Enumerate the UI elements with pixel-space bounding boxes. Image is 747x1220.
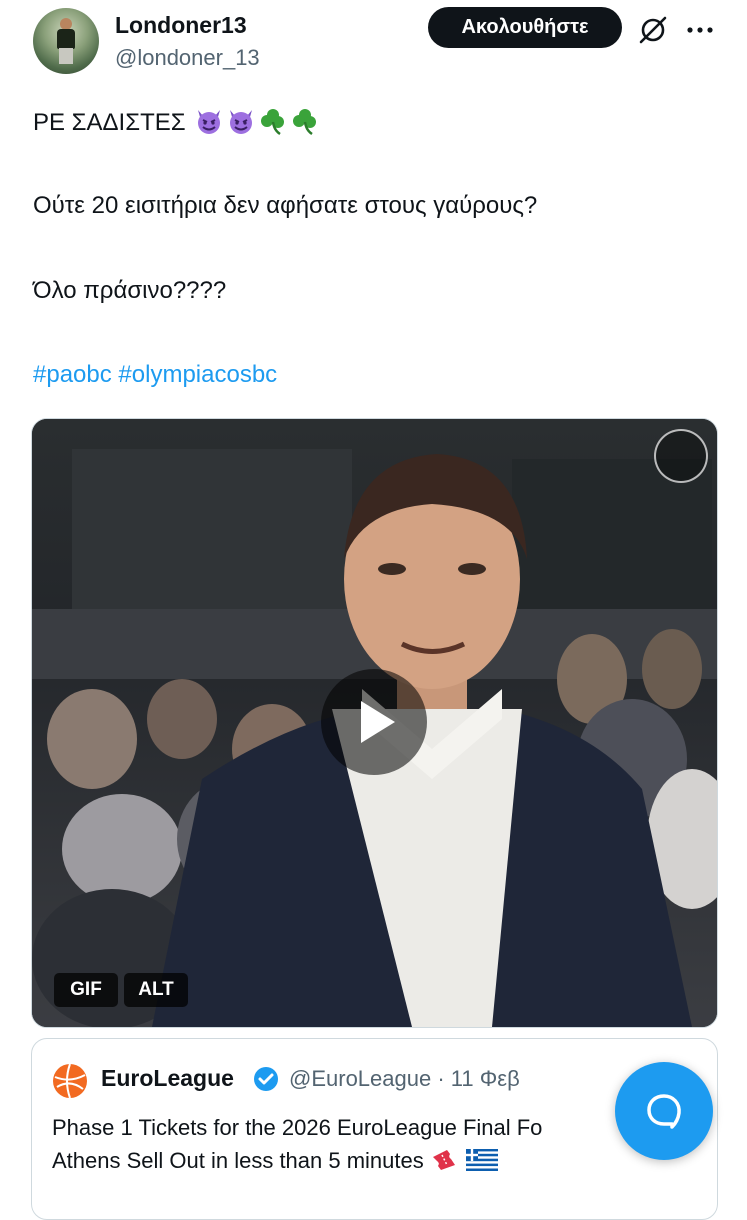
post-text-heading: ΡΕ ΣΑΔΙΣΤΕΣ [33,109,186,136]
more-icon[interactable] [682,14,718,46]
watermark-logo [654,429,708,483]
quoted-author-name: EuroLeague [101,1065,234,1091]
quoted-text-line-2: Athens Sell Out in less than 5 minutes [52,1144,702,1177]
author-handle[interactable]: @londoner_13 [115,45,260,71]
grok-icon[interactable] [637,14,669,46]
quoted-handle-date: @EuroLeague · 11 Φεβ [289,1066,520,1091]
play-icon [361,701,395,743]
post-text-line-2: Ούτε 20 εισιτήρια δεν αφήσατε στους γαύρ… [33,192,538,219]
gif-media[interactable]: GIF ALT [31,418,718,1028]
message-fab[interactable] [615,1062,713,1160]
author-display-name[interactable]: Londoner13 [115,12,247,39]
quoted-text: Phase 1 Tickets for the 2026 EuroLeague … [52,1111,702,1177]
post-hashtags: #paobc #olympiacosbc [33,359,277,391]
ticket-icon [432,1150,455,1170]
post-text-line-3: Όλο πράσινο???? [33,277,227,304]
chat-bubble-icon [647,1094,681,1129]
shamrock-icon [261,109,285,136]
smiling-imp-icon [230,110,253,134]
shamrock-icon [293,109,317,136]
hashtag-link[interactable]: #olympiacosbc [118,361,277,388]
avatar-figure [57,18,75,64]
alt-badge[interactable]: ALT [124,973,188,1007]
post-text-line-1: ΡΕ ΣΑΔΙΣΤΕΣ [33,106,320,139]
greece-flag-icon [465,1149,498,1171]
smiling-imp-icon [198,110,221,134]
verified-badge-icon [254,1067,278,1091]
quoted-post[interactable]: EuroLeague @EuroLeague · 11 Φεβ Phase 1 … [31,1038,718,1220]
euroleague-logo-icon [53,1063,87,1099]
play-button[interactable] [321,669,427,775]
quoted-text-line-1: Phase 1 Tickets for the 2026 EuroLeague … [52,1115,543,1140]
follow-button[interactable]: Ακολουθήστε [428,7,622,48]
gif-badge: GIF [54,973,118,1007]
quoted-text-line-2-text: Athens Sell Out in less than 5 minutes [52,1148,424,1173]
avatar[interactable] [33,8,99,74]
hashtag-link[interactable]: #paobc [33,361,112,388]
